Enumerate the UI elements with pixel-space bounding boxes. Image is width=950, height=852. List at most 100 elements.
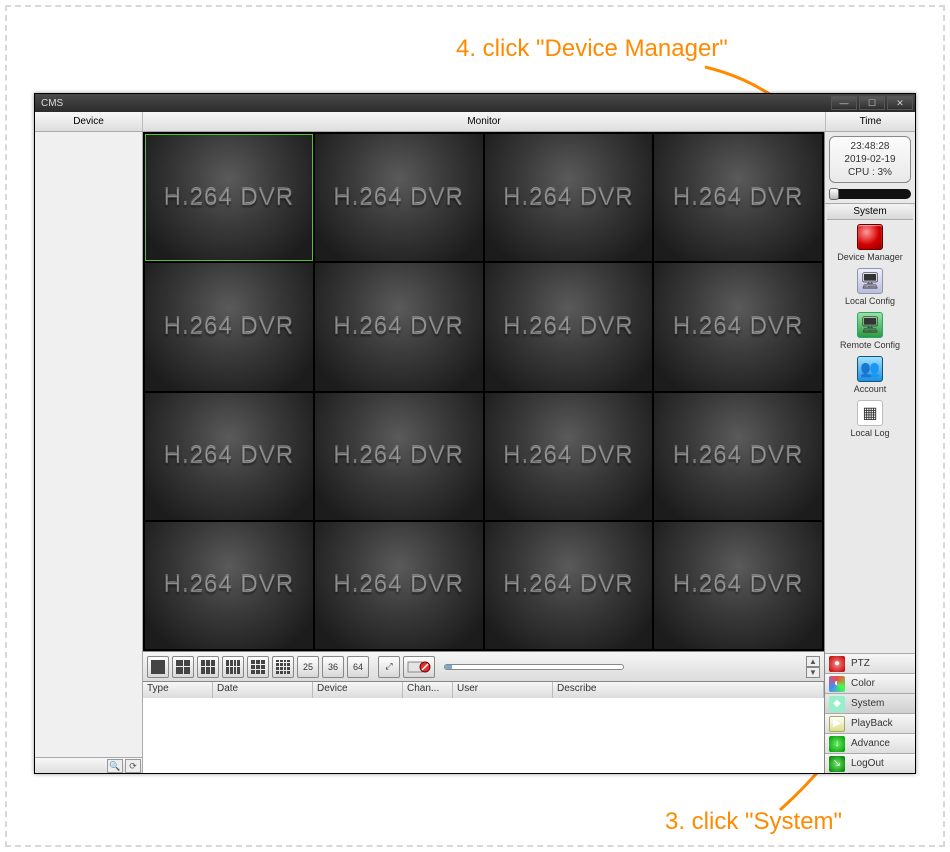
red-dot-icon (857, 224, 883, 250)
device-tree-pane: 🔍 ⟳ (35, 132, 143, 773)
video-cell-label: H.264 DVR (164, 313, 294, 341)
video-cell-2[interactable]: H.264 DVR (315, 134, 483, 261)
video-cell-4[interactable]: H.264 DVR (654, 134, 822, 261)
video-cell-label: H.264 DVR (503, 442, 633, 470)
log-table: Type Date Device Chan... User Describe (143, 681, 824, 773)
video-cell-3[interactable]: H.264 DVR (485, 134, 653, 261)
video-cell-7[interactable]: H.264 DVR (485, 263, 653, 390)
layout-8-button[interactable] (222, 656, 244, 678)
video-cell-15[interactable]: H.264 DVR (485, 522, 653, 649)
side-tab-system[interactable]: ◆System (825, 693, 915, 713)
titlebar: CMS — ☐ ✕ (35, 94, 915, 112)
close-button[interactable]: ✕ (887, 96, 913, 110)
side-tab-label: Color (851, 678, 875, 689)
clock-box: 23:48:28 2019-02-19 CPU : 3% (829, 136, 911, 183)
video-cell-13[interactable]: H.264 DVR (145, 522, 313, 649)
video-cell-11[interactable]: H.264 DVR (485, 393, 653, 520)
system-item-device-manager[interactable]: Device Manager (825, 224, 915, 262)
layout-16-button[interactable] (272, 656, 294, 678)
side-tab-label: Advance (851, 738, 890, 749)
video-cell-label: H.264 DVR (333, 184, 463, 212)
system-panel-tab[interactable]: System (827, 204, 913, 220)
window-green-icon: 🖥 (857, 312, 883, 338)
log-col-device[interactable]: Device (313, 682, 403, 698)
ptz-icon: ● (829, 656, 845, 672)
log-body (143, 698, 824, 773)
video-cell-1[interactable]: H.264 DVR (145, 134, 313, 261)
system-item-account[interactable]: 👥Account (825, 356, 915, 394)
cms-window: CMS — ☐ ✕ Device Monitor Time 🔍 ⟳ H.264 … (34, 93, 916, 774)
page-scroll[interactable]: ▲ ▼ (806, 656, 820, 678)
side-tab-color[interactable]: ◐ Color (825, 673, 915, 693)
logout-icon: ↘ (829, 756, 845, 772)
section-header: Device Monitor Time (35, 112, 915, 132)
page-down-button[interactable]: ▼ (806, 667, 820, 678)
header-monitor: Monitor (143, 112, 825, 131)
side-tab-playback[interactable]: ▶PlayBack (825, 713, 915, 733)
fullscreen-button[interactable]: ⤢ (378, 656, 400, 678)
layout-4-button[interactable] (172, 656, 194, 678)
video-cell-12[interactable]: H.264 DVR (654, 393, 822, 520)
disconnect-all-button[interactable] (403, 656, 435, 678)
side-tab-ptz[interactable]: ● PTZ (825, 653, 915, 673)
right-pane: 23:48:28 2019-02-19 CPU : 3% System Devi… (825, 132, 915, 773)
system-item-label: Remote Config (825, 340, 915, 350)
video-cell-label: H.264 DVR (503, 571, 633, 599)
system-panel: System Device Manager 🖥 Local Config 🖥 Remot… (825, 203, 915, 653)
maximize-button[interactable]: ☐ (859, 96, 885, 110)
system-item-local-log[interactable]: ▦Local Log (825, 400, 915, 438)
advance-icon: ↓ (829, 736, 845, 752)
layout-9-button[interactable] (247, 656, 269, 678)
video-cell-label: H.264 DVR (503, 184, 633, 212)
app-title: CMS (41, 98, 63, 109)
time-scrub[interactable] (829, 189, 911, 199)
side-tab-advance[interactable]: ↓ Advance (825, 733, 915, 753)
layout-1-button[interactable] (147, 656, 169, 678)
layout-25-button[interactable]: 25 (297, 656, 319, 678)
system-icon: ◆ (829, 696, 845, 712)
layout-36-button[interactable]: 36 (322, 656, 344, 678)
scrub-knob[interactable] (829, 188, 839, 200)
side-tab-label: PTZ (851, 658, 870, 669)
log-col-describe[interactable]: Describe (553, 682, 824, 698)
video-cell-6[interactable]: H.264 DVR (315, 263, 483, 390)
video-cell-5[interactable]: H.264 DVR (145, 263, 313, 390)
video-cell-16[interactable]: H.264 DVR (654, 522, 822, 649)
header-device: Device (35, 112, 143, 131)
side-tab-logout[interactable]: ↘LogOut (825, 753, 915, 773)
users-icon: 👥 (857, 356, 883, 382)
system-item-label: Device Manager (825, 252, 915, 262)
device-search-button[interactable]: 🔍 (107, 759, 123, 773)
video-cell-label: H.264 DVR (673, 571, 803, 599)
log-col-user[interactable]: User (453, 682, 553, 698)
color-icon: ◐ (829, 676, 845, 692)
video-cell-label: H.264 DVR (503, 313, 633, 341)
side-tab-label: PlayBack (851, 718, 893, 729)
video-cell-label: H.264 DVR (673, 313, 803, 341)
device-refresh-button[interactable]: ⟳ (125, 759, 141, 773)
video-cell-label: H.264 DVR (164, 442, 294, 470)
clock-date: 2019-02-19 (830, 153, 910, 166)
system-item-local-config[interactable]: 🖥 Local Config (825, 268, 915, 306)
log-col-chan[interactable]: Chan... (403, 682, 453, 698)
video-cell-label: H.264 DVR (333, 442, 463, 470)
monitor-pane: H.264 DVRH.264 DVRH.264 DVRH.264 DVRH.26… (143, 132, 825, 773)
minimize-button[interactable]: — (831, 96, 857, 110)
layout-6-button[interactable] (197, 656, 219, 678)
grid-toolbar: 25 36 64 ⤢ ▲ ▼ (143, 651, 824, 681)
video-cell-9[interactable]: H.264 DVR (145, 393, 313, 520)
system-item-label: Local Log (825, 428, 915, 438)
video-cell-10[interactable]: H.264 DVR (315, 393, 483, 520)
window-icon: 🖥 (857, 268, 883, 294)
video-cell-14[interactable]: H.264 DVR (315, 522, 483, 649)
layout-64-button[interactable]: 64 (347, 656, 369, 678)
log-col-date[interactable]: Date (213, 682, 313, 698)
system-item-label: Local Config (825, 296, 915, 306)
system-item-remote-config[interactable]: 🖥 Remote Config (825, 312, 915, 350)
video-cell-label: H.264 DVR (333, 571, 463, 599)
video-cell-8[interactable]: H.264 DVR (654, 263, 822, 390)
clock-time: 23:48:28 (830, 140, 910, 153)
log-col-type[interactable]: Type (143, 682, 213, 698)
page-up-button[interactable]: ▲ (806, 656, 820, 667)
clock-cpu: CPU : 3% (830, 166, 910, 179)
